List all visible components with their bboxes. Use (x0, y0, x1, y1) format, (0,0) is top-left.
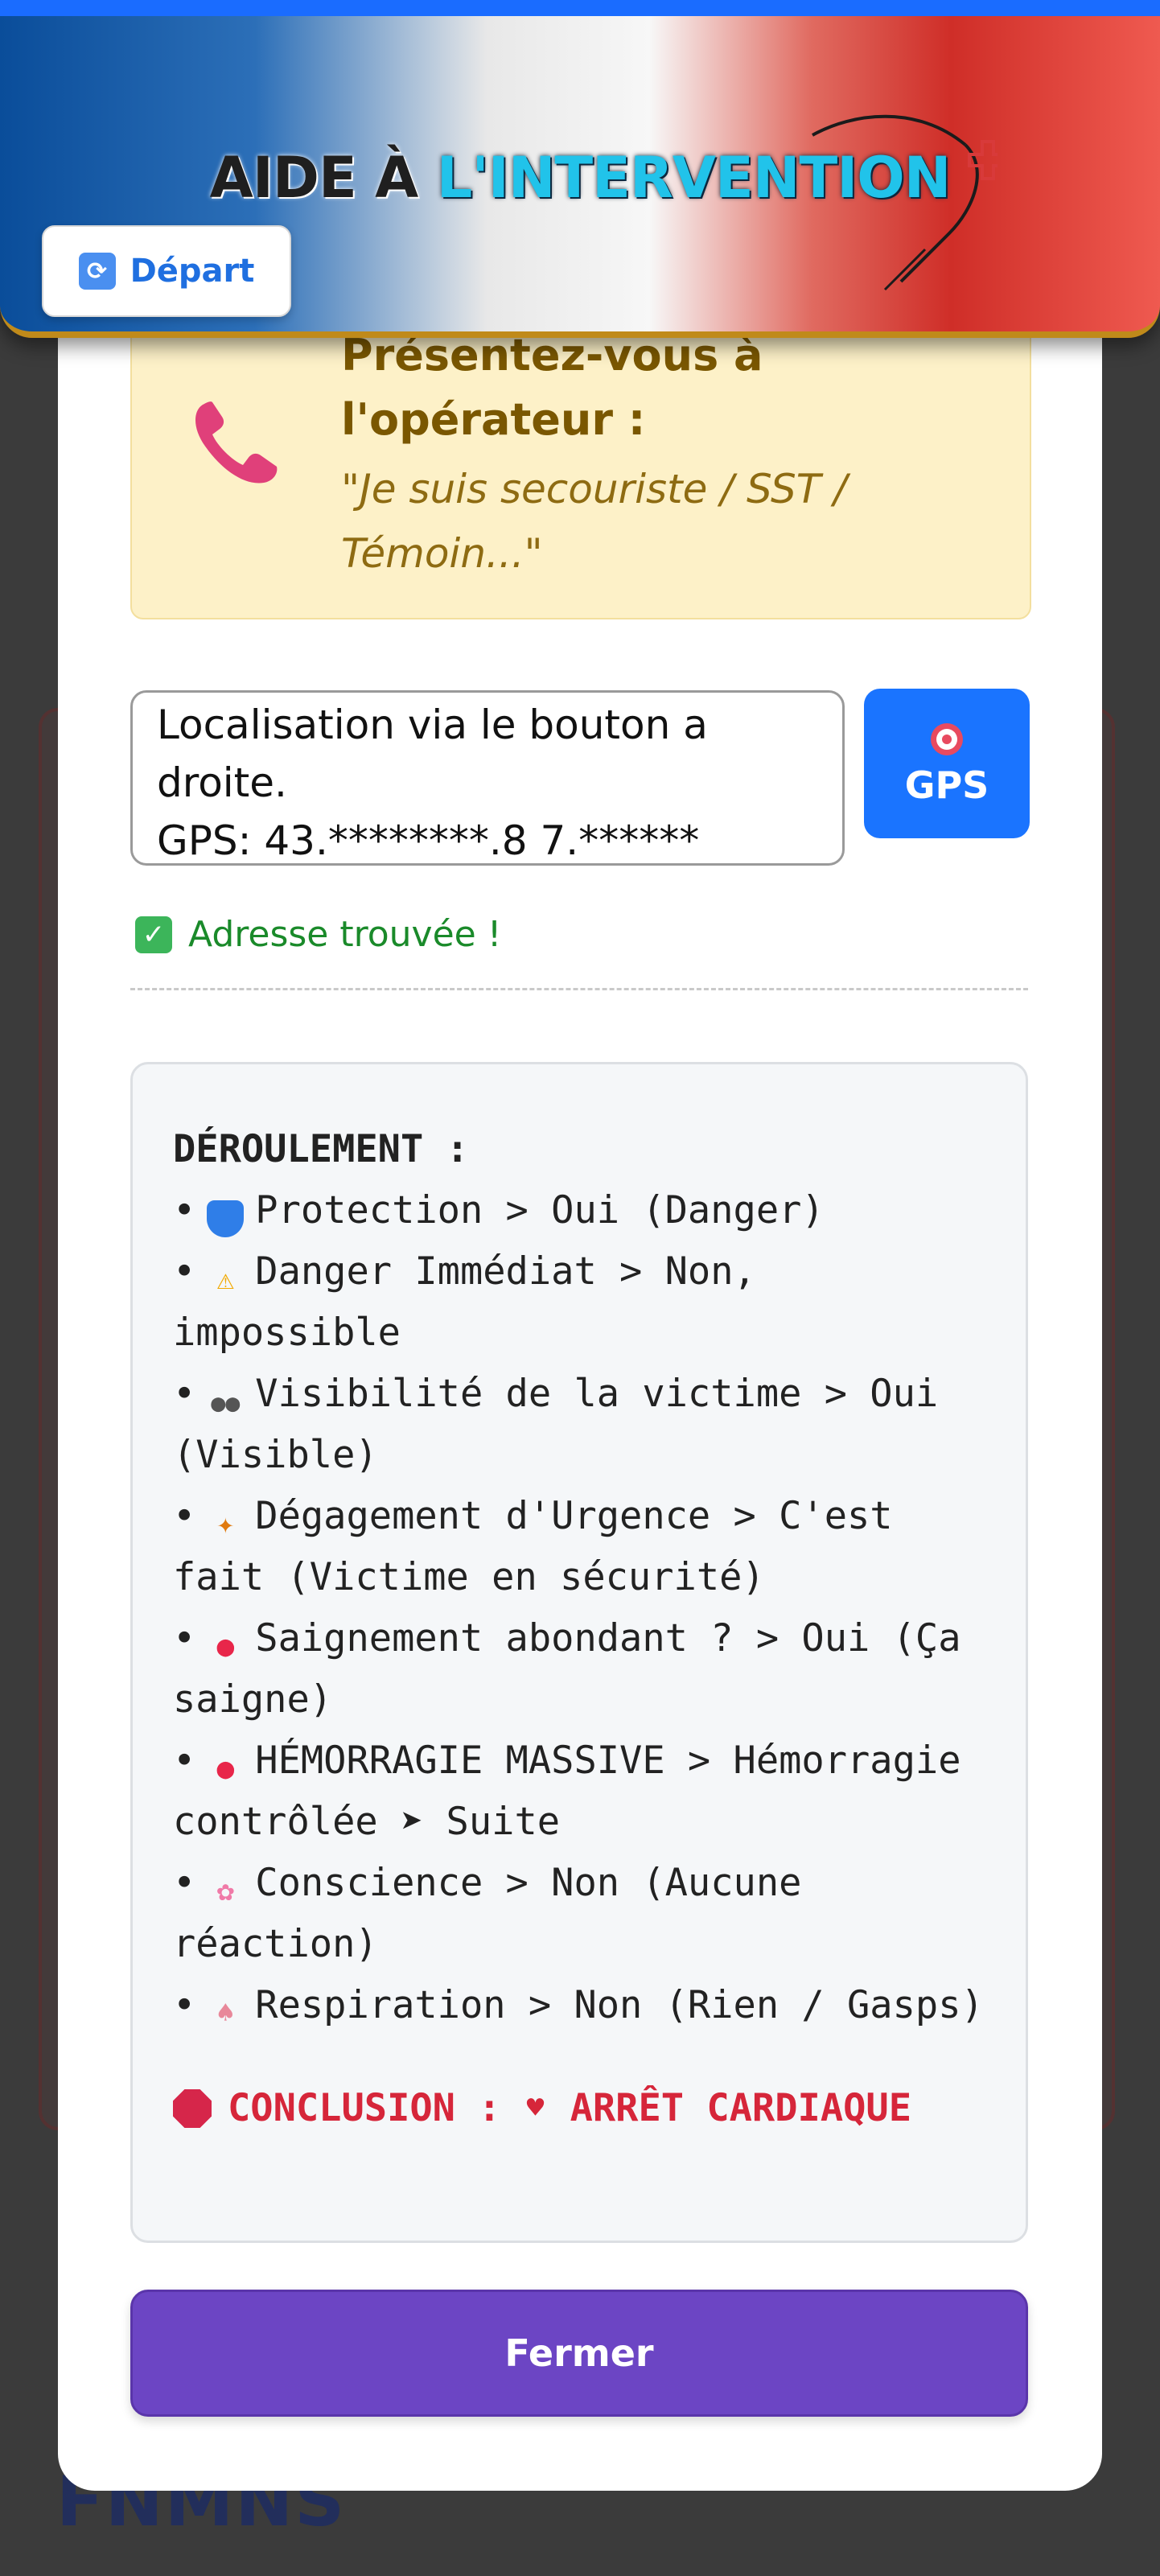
bullet: • (173, 1861, 196, 1905)
close-label: Fermer (504, 2331, 654, 2375)
summary-step: • ● HÉMORRAGIE MASSIVE > Hémorragie contrô… (173, 1730, 985, 1853)
step-text: Conscience > Non (Aucune réaction) (173, 1861, 802, 1966)
summary-heading: DÉROULEMENT : (173, 1127, 469, 1171)
summary-step: • Protection > Oui (Danger) (173, 1180, 985, 1241)
summary-step: • ⚠ Danger Immédiat > Non, impossible (173, 1241, 985, 1364)
target-icon (931, 723, 963, 755)
bullet: • (173, 1983, 196, 2027)
divider (130, 988, 1028, 990)
phone-icon (195, 401, 278, 484)
lungs-icon: ♠ (216, 1997, 235, 2030)
summary-step: • ♠ Respiration > Non (Rien / Gasps) (173, 1975, 985, 2036)
depart-button[interactable]: ⟳ Départ (42, 225, 291, 317)
summary-step: • ●● Visibilité de la victime > Oui (Visib… (173, 1364, 985, 1486)
eyes-icon: ●● (211, 1389, 241, 1418)
stop-icon (173, 2089, 212, 2128)
step-text: Protection > Oui (Danger) (255, 1188, 825, 1232)
status-message: ✓ Adresse trouvée ! (135, 914, 501, 955)
step-text: Danger Immédiat > Non, impossible (173, 1249, 756, 1355)
check-icon: ✓ (135, 916, 172, 953)
step-text: Visibilité de la victime > Oui (Visible) (173, 1372, 939, 1477)
status-text: Adresse trouvée ! (188, 914, 502, 955)
top-accent-bar (0, 0, 1160, 16)
bullet: • (173, 1739, 196, 1783)
step-text: Dégagement d'Urgence > C'est fait (Victi… (173, 1494, 893, 1599)
gps-button[interactable]: GPS (864, 689, 1030, 838)
step-text: Saignement abondant ? > Oui (Ça saigne) (173, 1616, 961, 1722)
heart-cross-icon (812, 114, 998, 291)
refresh-icon: ⟳ (78, 253, 116, 290)
step-text: HÉMORRAGIE MASSIVE > Hémorragie contrôlé… (173, 1739, 961, 1844)
summary-panel: DÉROULEMENT : • Protection > Oui (Danger… (130, 1062, 1028, 2243)
conclusion: CONCLUSION : ♥ ARRÊT CARDIAQUE (173, 2078, 985, 2139)
summary-step: • ● Saignement abondant ? > Oui (Ça saigne… (173, 1608, 985, 1730)
summary-step: • ✿ Conscience > Non (Aucune réaction) (173, 1853, 985, 1975)
gps-label: GPS (904, 763, 989, 807)
step-text: Respiration > Non (Rien / Gasps) (255, 1983, 984, 2027)
bullet: • (173, 1494, 196, 1538)
conclusion-value: ARRÊT CARDIAQUE (570, 2086, 912, 2130)
bullet: • (173, 1188, 196, 1232)
title-part-1: AIDE À (209, 145, 419, 211)
summary-step: • ✦ Dégagement d'Urgence > C'est fait (Vic… (173, 1486, 985, 1608)
brain-icon: ✿ (216, 1874, 235, 1907)
depart-label: Départ (130, 253, 255, 290)
callout-title: Présentez-vous à l'opérateur : (341, 330, 763, 445)
callout-quote: "Je suis secouriste / SST / Témoin..." (341, 466, 848, 577)
shield-icon (207, 1200, 245, 1237)
bullet: • (173, 1372, 196, 1416)
drop-icon: ● (216, 1752, 235, 1785)
close-button[interactable]: Fermer (130, 2290, 1028, 2417)
warning-icon: ⚠ (216, 1263, 235, 1296)
operator-callout: Présentez-vous à l'opérateur : "Je suis … (130, 314, 1031, 619)
bullet: • (173, 1616, 196, 1660)
bullet: • (173, 1249, 196, 1294)
running-icon: ✦ (216, 1508, 235, 1541)
drop-icon: ● (216, 1630, 235, 1663)
address-textarea[interactable]: Localisation via le bouton a droite. GPS… (130, 690, 845, 866)
conclusion-label: CONCLUSION : (228, 2086, 501, 2130)
broken-heart-icon: ♥ (526, 2092, 545, 2125)
